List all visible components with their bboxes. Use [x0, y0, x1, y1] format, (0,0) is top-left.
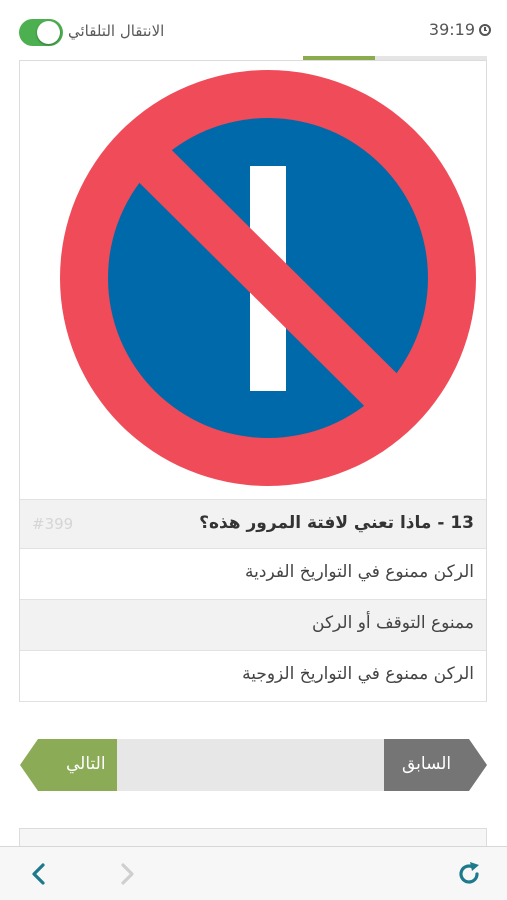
previous-button-label: السابق	[402, 754, 452, 774]
nav-track	[116, 739, 386, 791]
question-card: 13 - ماذا تعني لافتة المرور هذه؟ #399 ال…	[19, 60, 487, 702]
chevron-right-icon[interactable]	[112, 859, 142, 889]
clock-icon	[479, 23, 491, 36]
answer-label: الركن ممنوع في التواريخ الفردية	[245, 562, 474, 582]
top-bar: الانتقال التلقائي 39:19	[0, 0, 507, 60]
auto-advance-label: الانتقال التلقائي	[68, 22, 165, 40]
question-navigation: التالي السابق	[20, 739, 487, 791]
toggle-knob	[37, 21, 60, 44]
browser-toolbar	[0, 846, 507, 900]
answer-option-1[interactable]: الركن ممنوع في التواريخ الفردية	[20, 549, 486, 600]
answer-option-3[interactable]: الركن ممنوع في التواريخ الزوجية	[20, 651, 486, 702]
next-button[interactable]: التالي	[20, 739, 117, 791]
question-id: #399	[32, 515, 74, 533]
no-parking-odd-dates-sign-icon	[60, 70, 476, 486]
question-row: 13 - ماذا تعني لافتة المرور هذه؟ #399	[20, 499, 486, 549]
auto-advance-toggle[interactable]	[19, 19, 63, 46]
question-text: 13 - ماذا تعني لافتة المرور هذه؟	[199, 513, 474, 533]
answer-label: ممنوع التوقف أو الركن	[312, 613, 474, 633]
answer-label: الركن ممنوع في التواريخ الزوجية	[242, 664, 474, 684]
refresh-icon[interactable]	[454, 859, 484, 889]
next-button-label: التالي	[66, 754, 106, 774]
answer-option-2[interactable]: ممنوع التوقف أو الركن	[20, 600, 486, 651]
chevron-left-icon[interactable]	[24, 859, 54, 889]
timer: 39:19	[429, 20, 491, 39]
timer-value: 39:19	[428, 20, 475, 39]
quiz-screen: الانتقال التلقائي 39:19 13 - ماذا تعني ل…	[0, 0, 507, 900]
traffic-sign-image	[20, 61, 486, 499]
previous-button[interactable]: السابق	[384, 739, 487, 791]
